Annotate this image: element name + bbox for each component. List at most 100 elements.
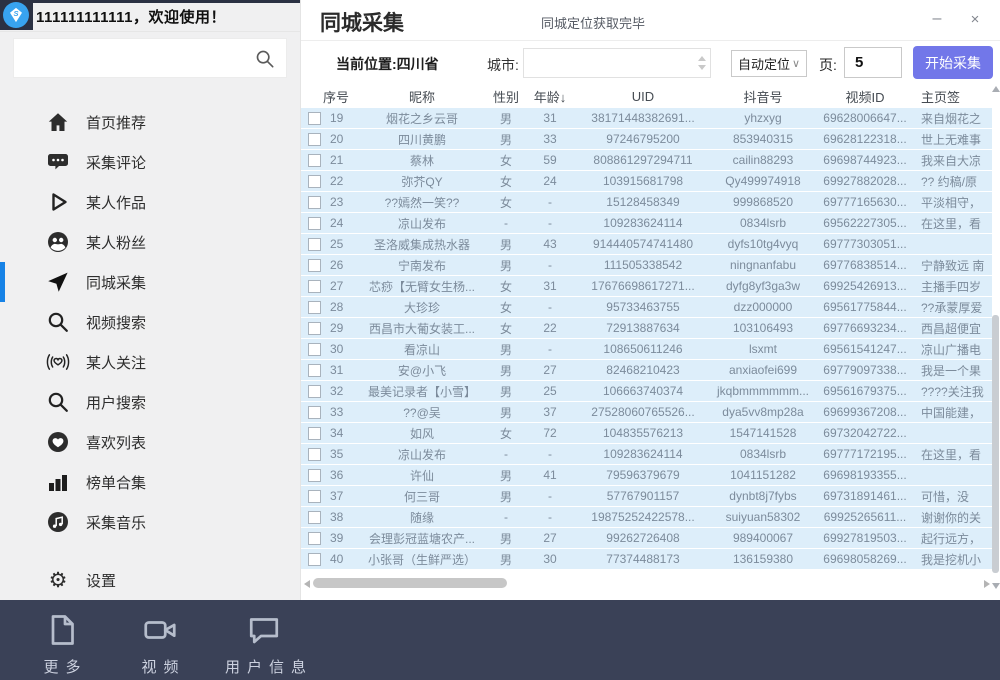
row-checkbox[interactable]	[308, 511, 321, 524]
column-header-1[interactable]: 昵称	[359, 87, 485, 106]
row-checkbox[interactable]	[308, 427, 321, 440]
cell-col5: dya5vv8mp28a	[713, 405, 813, 419]
cell-col0: 22	[301, 174, 359, 188]
toolbar-item-userinfo[interactable]: 用户信息	[218, 612, 310, 677]
sidebar-search-input[interactable]	[22, 43, 246, 75]
locate-mode-select[interactable]: 自动定位 ∨	[731, 50, 807, 77]
sidebar-item-label: 某人关注	[86, 352, 146, 373]
row-checkbox[interactable]	[308, 448, 321, 461]
scroll-right-icon[interactable]	[984, 580, 990, 588]
row-checkbox[interactable]	[308, 364, 321, 377]
sidebar-item-user-search[interactable]: 用户搜索	[0, 382, 300, 422]
row-index: 37	[330, 489, 343, 503]
sidebar-item-music[interactable]: 采集音乐	[0, 502, 300, 542]
selected-indicator	[0, 262, 5, 302]
row-checkbox[interactable]	[308, 322, 321, 335]
table-row[interactable]: 37何三哥男-57767901157dynbt8j7fybs6973189146…	[301, 486, 992, 506]
row-checkbox[interactable]	[308, 406, 321, 419]
sidebar-item-follows[interactable]: 某人关注	[0, 342, 300, 382]
cell-col0: 25	[301, 237, 359, 251]
cell-col1: 圣洛威集成热水器	[359, 236, 485, 253]
row-checkbox[interactable]	[308, 280, 321, 293]
row-checkbox[interactable]	[308, 217, 321, 230]
table-row[interactable]: 38随缘--19875252422578...suiyuan5830269925…	[301, 507, 992, 527]
sidebar-item-label: 喜欢列表	[86, 432, 146, 453]
cell-col0: 27	[301, 279, 359, 293]
spinner-up-icon[interactable]	[698, 56, 706, 61]
column-header-3[interactable]: 年龄↓	[527, 87, 573, 106]
row-checkbox[interactable]	[308, 112, 321, 125]
table-row[interactable]: 22弥芥QY女24103915681798Qy49997491869927882…	[301, 171, 992, 191]
column-header-5[interactable]: 抖音号	[713, 87, 813, 106]
table-row[interactable]: 32最美记录者【小雪】男25106663740374jkqbmmmmmm...6…	[301, 381, 992, 401]
page-input-box	[844, 47, 902, 78]
sidebar-item-home[interactable]: 首页推荐	[0, 102, 300, 142]
table-row[interactable]: 39会理彭冠蓝塘农产...男27992627264089894000676992…	[301, 528, 992, 548]
sidebar-item-comments[interactable]: 采集评论	[0, 142, 300, 182]
close-button[interactable]: ×	[962, 6, 988, 32]
row-checkbox[interactable]	[308, 469, 321, 482]
table-row[interactable]: 36许仙男4179596379679104115128269698193355.…	[301, 465, 992, 485]
table-row[interactable]: 23??嫣然一笑??女-1512845834999986852069777165…	[301, 192, 992, 212]
spinner-down-icon[interactable]	[698, 65, 706, 70]
sidebar-item-works[interactable]: 某人作品	[0, 182, 300, 222]
column-header-0[interactable]: 序号	[301, 87, 359, 106]
row-checkbox[interactable]	[308, 343, 321, 356]
minimize-button[interactable]: –	[924, 6, 950, 32]
row-checkbox[interactable]	[308, 532, 321, 545]
row-checkbox[interactable]	[308, 196, 321, 209]
row-checkbox[interactable]	[308, 385, 321, 398]
scroll-left-icon[interactable]	[304, 580, 310, 588]
table-row[interactable]: 25圣洛威集成热水器男43914440574741480dyfs10tg4vyq…	[301, 234, 992, 254]
table-row[interactable]: 20四川黄鹏男339724679520085394031569628122318…	[301, 129, 992, 149]
cell-col6: 69776693234...	[813, 321, 917, 335]
sidebar-item-rankings[interactable]: 榜单合集	[0, 462, 300, 502]
sidebar-item-city-collect[interactable]: 同城采集	[0, 262, 300, 302]
row-checkbox[interactable]	[308, 301, 321, 314]
row-index: 32	[330, 384, 343, 398]
horizontal-scroll-thumb[interactable]	[313, 578, 507, 588]
vertical-scroll-thumb[interactable]	[992, 315, 999, 573]
row-checkbox[interactable]	[308, 553, 321, 566]
toolbar-item-more[interactable]: 更多	[30, 612, 94, 677]
toolbar-item-video[interactable]: 视频	[128, 612, 192, 677]
table-row[interactable]: 35凉山发布--1092836241140834lsrb69777172195.…	[301, 444, 992, 464]
table-row[interactable]: 27芯痧【无臂女生杨...女3117676698617271...dyfg8yf…	[301, 276, 992, 296]
table-row[interactable]: 30看凉山男-108650611246lsxmt69561541247...凉山…	[301, 339, 992, 359]
city-input[interactable]	[530, 51, 694, 77]
sidebar-menu: 首页推荐采集评论某人作品某人粉丝同城采集视频搜索某人关注用户搜索喜欢列表榜单合集…	[0, 102, 300, 542]
start-collect-button[interactable]: 开始采集	[913, 46, 993, 79]
column-header-4[interactable]: UID	[573, 89, 713, 104]
table-row[interactable]: 40小张哥（生鲜严选）男3077374488173136159380696980…	[301, 549, 992, 569]
column-header-7[interactable]: 主页签	[917, 87, 992, 106]
row-checkbox[interactable]	[308, 175, 321, 188]
table-row[interactable]: 31安@小飞男2782468210423anxiaofei69969779097…	[301, 360, 992, 380]
page-input[interactable]	[853, 53, 901, 72]
sidebar-item-video-search[interactable]: 视频搜索	[0, 302, 300, 342]
row-checkbox[interactable]	[308, 490, 321, 503]
table-row[interactable]: 26宁南发布男-111505338542ningnanfabu697768385…	[301, 255, 992, 275]
scroll-up-icon[interactable]	[992, 86, 1000, 92]
cell-col7: 在这里，看	[917, 446, 992, 463]
sidebar-item-settings[interactable]: ⚙设置	[0, 560, 300, 600]
column-header-2[interactable]: 性别	[485, 87, 527, 106]
cell-col7: ??承蒙厚爱	[917, 299, 992, 316]
row-checkbox[interactable]	[308, 238, 321, 251]
row-checkbox[interactable]	[308, 154, 321, 167]
cell-col7: 可惜，没	[917, 488, 992, 505]
table-row[interactable]: 28大珍珍女-95733463755dzz00000069561775844..…	[301, 297, 992, 317]
table-row[interactable]: 34如风女72104835576213154714152869732042722…	[301, 423, 992, 443]
search-icon[interactable]	[254, 48, 276, 70]
table-row[interactable]: 33??@吴男3727528060765526...dya5vv8mp28a69…	[301, 402, 992, 422]
table-row[interactable]: 21蔡林女59808861297294711cailin882936969874…	[301, 150, 992, 170]
row-checkbox[interactable]	[308, 259, 321, 272]
table-row[interactable]: 19烟花之乡云哥男3138171448382691...yhzxyg696280…	[301, 108, 992, 128]
sidebar-item-likes[interactable]: 喜欢列表	[0, 422, 300, 462]
table-row[interactable]: 24凉山发布--1092836241140834lsrb69562227305.…	[301, 213, 992, 233]
sidebar-item-fans[interactable]: 某人粉丝	[0, 222, 300, 262]
row-checkbox[interactable]	[308, 133, 321, 146]
row-index: 19	[330, 111, 343, 125]
table-row[interactable]: 29西昌市大葡女装工...女22729138876341031064936977…	[301, 318, 992, 338]
cell-col5: dyfg8yf3ga3w	[713, 279, 813, 293]
column-header-6[interactable]: 视频ID	[813, 87, 917, 106]
